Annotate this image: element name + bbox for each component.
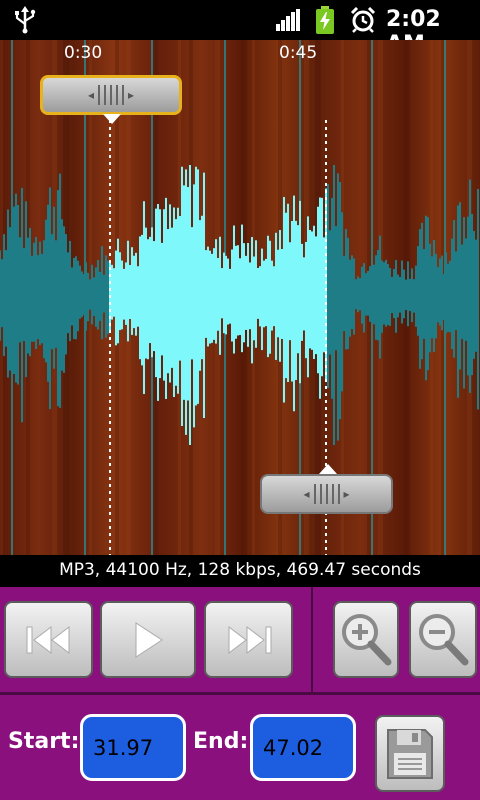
start-marker-handle[interactable]: ◂ ▸ xyxy=(40,75,182,124)
fast-forward-button[interactable] xyxy=(204,601,293,678)
grip-icon: ◂ ▸ xyxy=(287,482,367,506)
usb-icon xyxy=(15,6,36,34)
zoom-in-icon xyxy=(342,613,392,665)
zoom-in-button[interactable] xyxy=(333,601,399,678)
time-marker-end: 0:45 xyxy=(279,43,318,63)
rewind-icon xyxy=(26,625,69,654)
alarm-icon xyxy=(350,7,376,33)
grip-icon: ◂ ▸ xyxy=(71,83,151,107)
waveform[interactable] xyxy=(0,40,480,555)
file-info: MP3, 44100 Hz, 128 kbps, 469.47 seconds xyxy=(0,555,480,587)
end-marker-pointer xyxy=(319,464,337,474)
save-button[interactable] xyxy=(375,715,445,792)
zoom-out-button[interactable] xyxy=(409,601,477,678)
status-bar: 2:02 AM xyxy=(0,0,480,57)
rewind-button[interactable] xyxy=(4,601,93,678)
zoom-out-icon xyxy=(419,613,469,665)
end-marker-handle[interactable]: ◂ ▸ xyxy=(260,464,393,514)
start-time-field[interactable]: 31.97 xyxy=(80,714,186,781)
divider xyxy=(311,587,313,692)
divider xyxy=(0,692,480,695)
signal-icon xyxy=(276,9,300,31)
play-button[interactable] xyxy=(100,601,196,678)
battery-charging-icon xyxy=(316,6,334,34)
end-time-field[interactable]: 47.02 xyxy=(250,714,356,781)
start-marker-pointer xyxy=(103,114,121,124)
fast-forward-icon xyxy=(228,625,271,654)
save-icon xyxy=(387,728,433,779)
time-marker-start: 0:30 xyxy=(64,43,103,63)
start-label: Start: xyxy=(8,729,80,754)
start-time-value: 31.97 xyxy=(93,735,154,760)
end-label: End: xyxy=(193,729,249,754)
end-time-value: 47.02 xyxy=(263,735,324,760)
play-icon xyxy=(135,621,163,658)
waveform-view[interactable]: 0:30 0:45 ◂ ▸ ◂ ▸ xyxy=(0,40,480,555)
controls-panel: Start: 31.97 End: 47.02 xyxy=(0,587,480,800)
